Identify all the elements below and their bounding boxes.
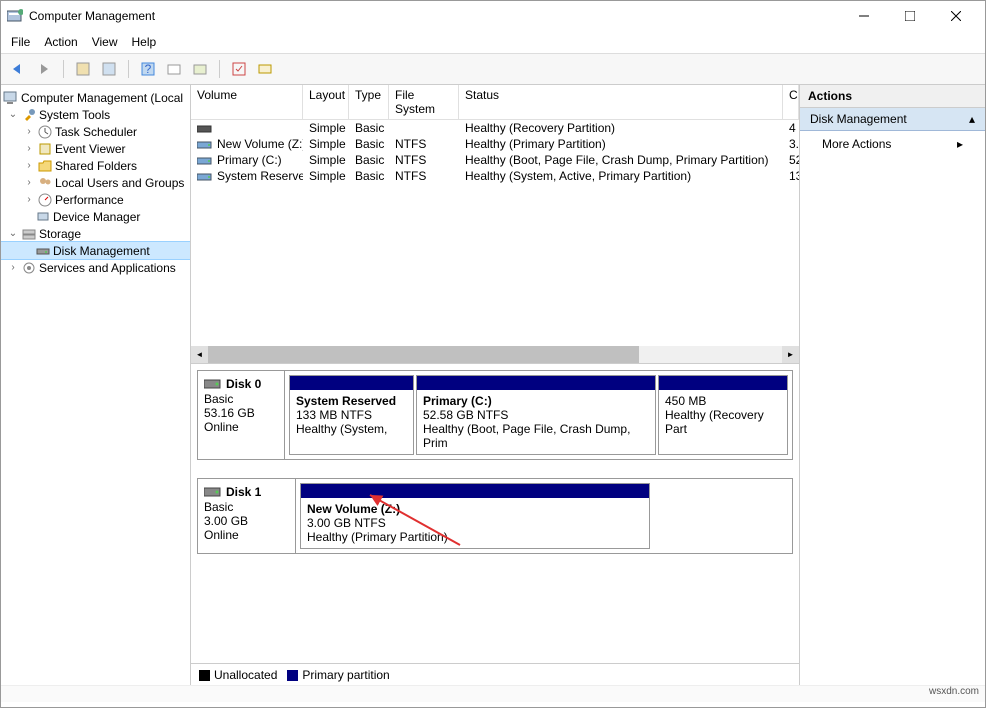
tree-root-label: Computer Management (Local [21, 91, 183, 105]
menu-view[interactable]: View [92, 35, 118, 49]
disk-row[interactable]: Disk 1Basic3.00 GBOnlineNew Volume (Z:)3… [197, 478, 793, 554]
tree-local-users[interactable]: ›Local Users and Groups [1, 174, 190, 191]
storage-icon [21, 226, 37, 242]
col-status[interactable]: Status [459, 85, 783, 119]
expander-icon[interactable]: › [23, 143, 35, 154]
actions-header: Actions [800, 85, 985, 108]
tree-device-manager[interactable]: Device Manager [1, 208, 190, 225]
menu-file[interactable]: File [11, 35, 30, 49]
toolbar-btn-4[interactable] [189, 58, 211, 80]
volume-list-header[interactable]: Volume Layout Type File System Status C [191, 85, 799, 120]
maximize-button[interactable] [887, 1, 933, 31]
collapse-icon[interactable]: ▴ [969, 112, 975, 126]
tree-systools-label: System Tools [39, 108, 110, 122]
device-icon [35, 209, 51, 225]
toolbar-btn-3[interactable] [163, 58, 185, 80]
partition[interactable]: New Volume (Z:)3.00 GB NTFSHealthy (Prim… [300, 483, 650, 549]
services-icon [21, 260, 37, 276]
volume-list[interactable]: Volume Layout Type File System Status C … [191, 85, 799, 363]
menu-help[interactable]: Help [132, 35, 157, 49]
tree-event-viewer[interactable]: ›Event Viewer [1, 140, 190, 157]
close-button[interactable] [933, 1, 979, 31]
disk-icon [204, 486, 224, 500]
scroll-right-icon[interactable]: ► [782, 346, 799, 363]
disk-icon [204, 378, 224, 392]
actions-more[interactable]: More Actions ▸ [800, 131, 985, 157]
tree-systools[interactable]: ⌄ System Tools [1, 106, 190, 123]
window-title: Computer Management [29, 9, 841, 23]
col-filesystem[interactable]: File System [389, 85, 459, 119]
volume-row[interactable]: System ReservedSimpleBasicNTFSHealthy (S… [191, 168, 799, 184]
scroll-thumb[interactable] [208, 346, 639, 363]
legend-primary: Primary partition [287, 668, 389, 682]
computer-icon [3, 90, 19, 106]
partition[interactable]: System Reserved133 MB NTFSHealthy (Syste… [289, 375, 414, 455]
legend: Unallocated Primary partition [191, 663, 799, 685]
tree-root[interactable]: Computer Management (Local [1, 89, 190, 106]
svg-text:?: ? [145, 62, 152, 76]
volume-row[interactable]: SimpleBasicHealthy (Recovery Partition)4 [191, 120, 799, 136]
tree-shared-folders[interactable]: ›Shared Folders [1, 157, 190, 174]
help-button[interactable]: ? [137, 58, 159, 80]
toolbar: ? [1, 54, 985, 85]
disk-graph[interactable]: Disk 0Basic53.16 GBOnlineSystem Reserved… [191, 363, 799, 663]
tree-storage[interactable]: ⌄Storage [1, 225, 190, 242]
expander-icon[interactable]: ⌄ [7, 228, 19, 239]
drive-icon [197, 155, 213, 167]
perf-icon [37, 192, 53, 208]
scroll-left-icon[interactable]: ◄ [191, 346, 208, 363]
horizontal-scrollbar[interactable]: ◄ ► [191, 346, 799, 363]
legend-unallocated: Unallocated [199, 668, 277, 682]
toolbar-btn-5[interactable] [228, 58, 250, 80]
volume-row[interactable]: New Volume (Z:)SimpleBasicNTFSHealthy (P… [191, 136, 799, 152]
clock-icon [37, 124, 53, 140]
toolbar-btn-1[interactable] [72, 58, 94, 80]
actions-section[interactable]: Disk Management ▴ [800, 108, 985, 131]
drive-icon [197, 123, 213, 135]
users-icon [37, 175, 53, 191]
actions-pane: Actions Disk Management ▴ More Actions ▸ [800, 85, 985, 685]
event-icon [37, 141, 53, 157]
chevron-right-icon: ▸ [957, 137, 963, 151]
volume-row[interactable]: Primary (C:)SimpleBasicNTFSHealthy (Boot… [191, 152, 799, 168]
folder-icon [37, 158, 53, 174]
col-layout[interactable]: Layout [303, 85, 349, 119]
col-capacity[interactable]: C [783, 85, 799, 119]
tree-disk-management[interactable]: Disk Management [1, 242, 190, 259]
partition[interactable]: Primary (C:)52.58 GB NTFSHealthy (Boot, … [416, 375, 656, 455]
toolbar-btn-2[interactable] [98, 58, 120, 80]
expander-icon[interactable]: › [23, 177, 35, 188]
footer-text: wsxdn.com [1, 685, 985, 702]
expander-icon[interactable]: › [23, 194, 35, 205]
tree-task-scheduler[interactable]: ›Task Scheduler [1, 123, 190, 140]
col-type[interactable]: Type [349, 85, 389, 119]
nav-tree[interactable]: Computer Management (Local ⌄ System Tool… [1, 85, 191, 685]
disk-icon [35, 243, 51, 259]
partition[interactable]: 450 MBHealthy (Recovery Part [658, 375, 788, 455]
minimize-button[interactable] [841, 1, 887, 31]
menu-action[interactable]: Action [44, 35, 77, 49]
forward-button[interactable] [33, 58, 55, 80]
tree-performance[interactable]: ›Performance [1, 191, 190, 208]
menu-bar: File Action View Help [1, 31, 985, 54]
app-icon [7, 8, 23, 24]
disk-row[interactable]: Disk 0Basic53.16 GBOnlineSystem Reserved… [197, 370, 793, 460]
toolbar-btn-6[interactable] [254, 58, 276, 80]
expander-icon[interactable]: › [23, 160, 35, 171]
expander-icon[interactable]: › [23, 126, 35, 137]
drive-icon [197, 139, 213, 151]
back-button[interactable] [7, 58, 29, 80]
expander-icon[interactable]: ⌄ [7, 109, 19, 120]
tools-icon [21, 107, 37, 123]
col-volume[interactable]: Volume [191, 85, 303, 119]
drive-icon [197, 171, 213, 183]
title-bar: Computer Management [1, 1, 985, 31]
expander-icon[interactable]: › [7, 262, 19, 273]
tree-services[interactable]: ›Services and Applications [1, 259, 190, 276]
